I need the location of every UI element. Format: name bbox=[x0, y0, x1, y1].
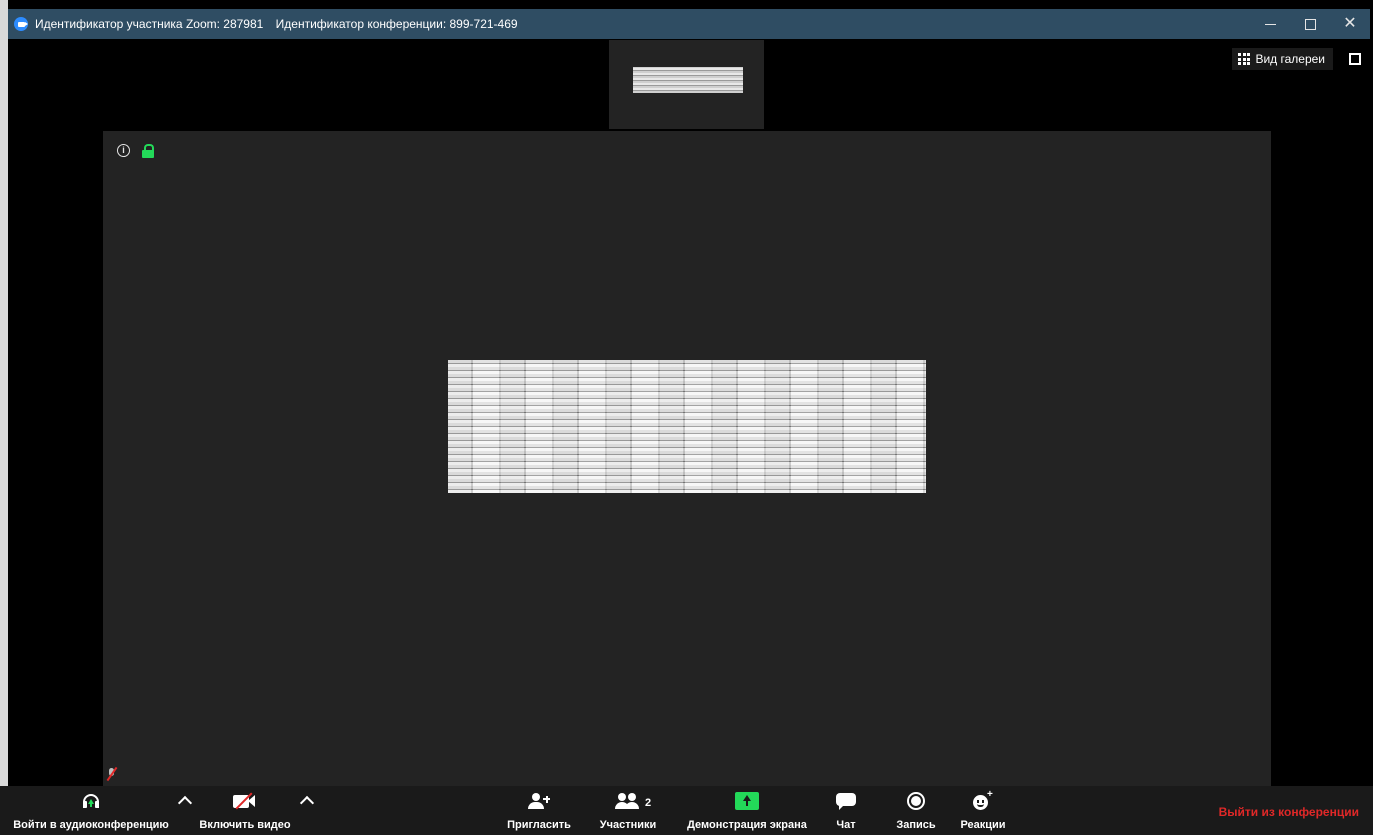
window-title: Идентификатор участника Zoom: 287981 Иде… bbox=[35, 17, 527, 31]
info-icon[interactable]: i bbox=[117, 144, 130, 157]
video-off-icon bbox=[233, 792, 257, 810]
window-edge bbox=[0, 0, 8, 835]
shared-video-image bbox=[448, 360, 926, 493]
zoom-window: Идентификатор участника Zoom: 287981 Иде… bbox=[0, 0, 1373, 835]
invite-button[interactable]: Пригласить bbox=[505, 786, 573, 835]
active-speaker-video: i bbox=[103, 131, 1271, 786]
share-screen-button[interactable]: Демонстрация экрана bbox=[684, 786, 810, 835]
grid-icon bbox=[1238, 53, 1251, 65]
gallery-view-button[interactable]: Вид галереи bbox=[1232, 48, 1333, 70]
close-icon: ✕ bbox=[1343, 15, 1357, 32]
video-options-chevron-up-icon[interactable] bbox=[299, 795, 315, 811]
participants-icon: 2 bbox=[615, 793, 651, 809]
meeting-toolbar: Войти в аудиоконференцию Включить видео … bbox=[0, 786, 1373, 835]
join-audio-label: Войти в аудиоконференцию bbox=[13, 819, 169, 831]
zoom-logo-icon bbox=[14, 17, 28, 31]
leave-meeting-button[interactable]: Выйти из конференции bbox=[1219, 805, 1359, 819]
chat-button[interactable]: Чат bbox=[828, 786, 864, 835]
title-bar[interactable]: Идентификатор участника Zoom: 287981 Иде… bbox=[8, 9, 1370, 39]
invite-label: Пригласить bbox=[507, 819, 571, 831]
record-label: Запись bbox=[896, 819, 936, 831]
start-video-button[interactable]: Включить видео bbox=[199, 786, 291, 835]
view-controls: Вид галереи bbox=[1232, 48, 1361, 70]
audio-options-chevron-up-icon[interactable] bbox=[177, 795, 193, 811]
window-controls: ✕ bbox=[1250, 9, 1370, 39]
chat-label: Чат bbox=[836, 819, 856, 831]
participants-button[interactable]: 2 Участники bbox=[595, 786, 661, 835]
minimize-icon bbox=[1264, 23, 1276, 25]
participants-label: Участники bbox=[599, 819, 657, 831]
minimize-button[interactable] bbox=[1250, 9, 1290, 39]
join-audio-button[interactable]: Войти в аудиоконференцию bbox=[10, 786, 172, 835]
share-screen-icon bbox=[735, 792, 759, 810]
reactions-button[interactable]: + Реакции bbox=[955, 786, 1011, 835]
close-button[interactable]: ✕ bbox=[1330, 9, 1370, 39]
gallery-view-label: Вид галереи bbox=[1255, 52, 1325, 66]
record-icon bbox=[907, 792, 925, 810]
self-view-thumbnail[interactable] bbox=[609, 40, 764, 129]
meeting-id-text: Идентификатор конференции: 899-721-469 bbox=[275, 17, 518, 31]
reactions-label: Реакции bbox=[960, 819, 1006, 831]
maximize-icon bbox=[1304, 18, 1316, 30]
participant-id-text: Идентификатор участника Zoom: 287981 bbox=[35, 17, 264, 31]
chat-bubble-icon bbox=[836, 792, 856, 810]
share-screen-label: Демонстрация экрана bbox=[687, 819, 807, 831]
fullscreen-icon[interactable] bbox=[1349, 53, 1361, 65]
add-person-icon bbox=[528, 793, 550, 809]
participants-count-badge: 2 bbox=[645, 797, 652, 809]
lock-icon[interactable] bbox=[142, 144, 154, 158]
smiley-plus-icon: + bbox=[973, 789, 993, 810]
maximize-button[interactable] bbox=[1290, 9, 1330, 39]
start-video-label: Включить видео bbox=[199, 819, 291, 831]
record-button[interactable]: Запись bbox=[894, 786, 938, 835]
thumbnail-video bbox=[633, 67, 743, 93]
headphones-icon bbox=[83, 794, 99, 808]
muted-mic-icon bbox=[106, 766, 118, 782]
